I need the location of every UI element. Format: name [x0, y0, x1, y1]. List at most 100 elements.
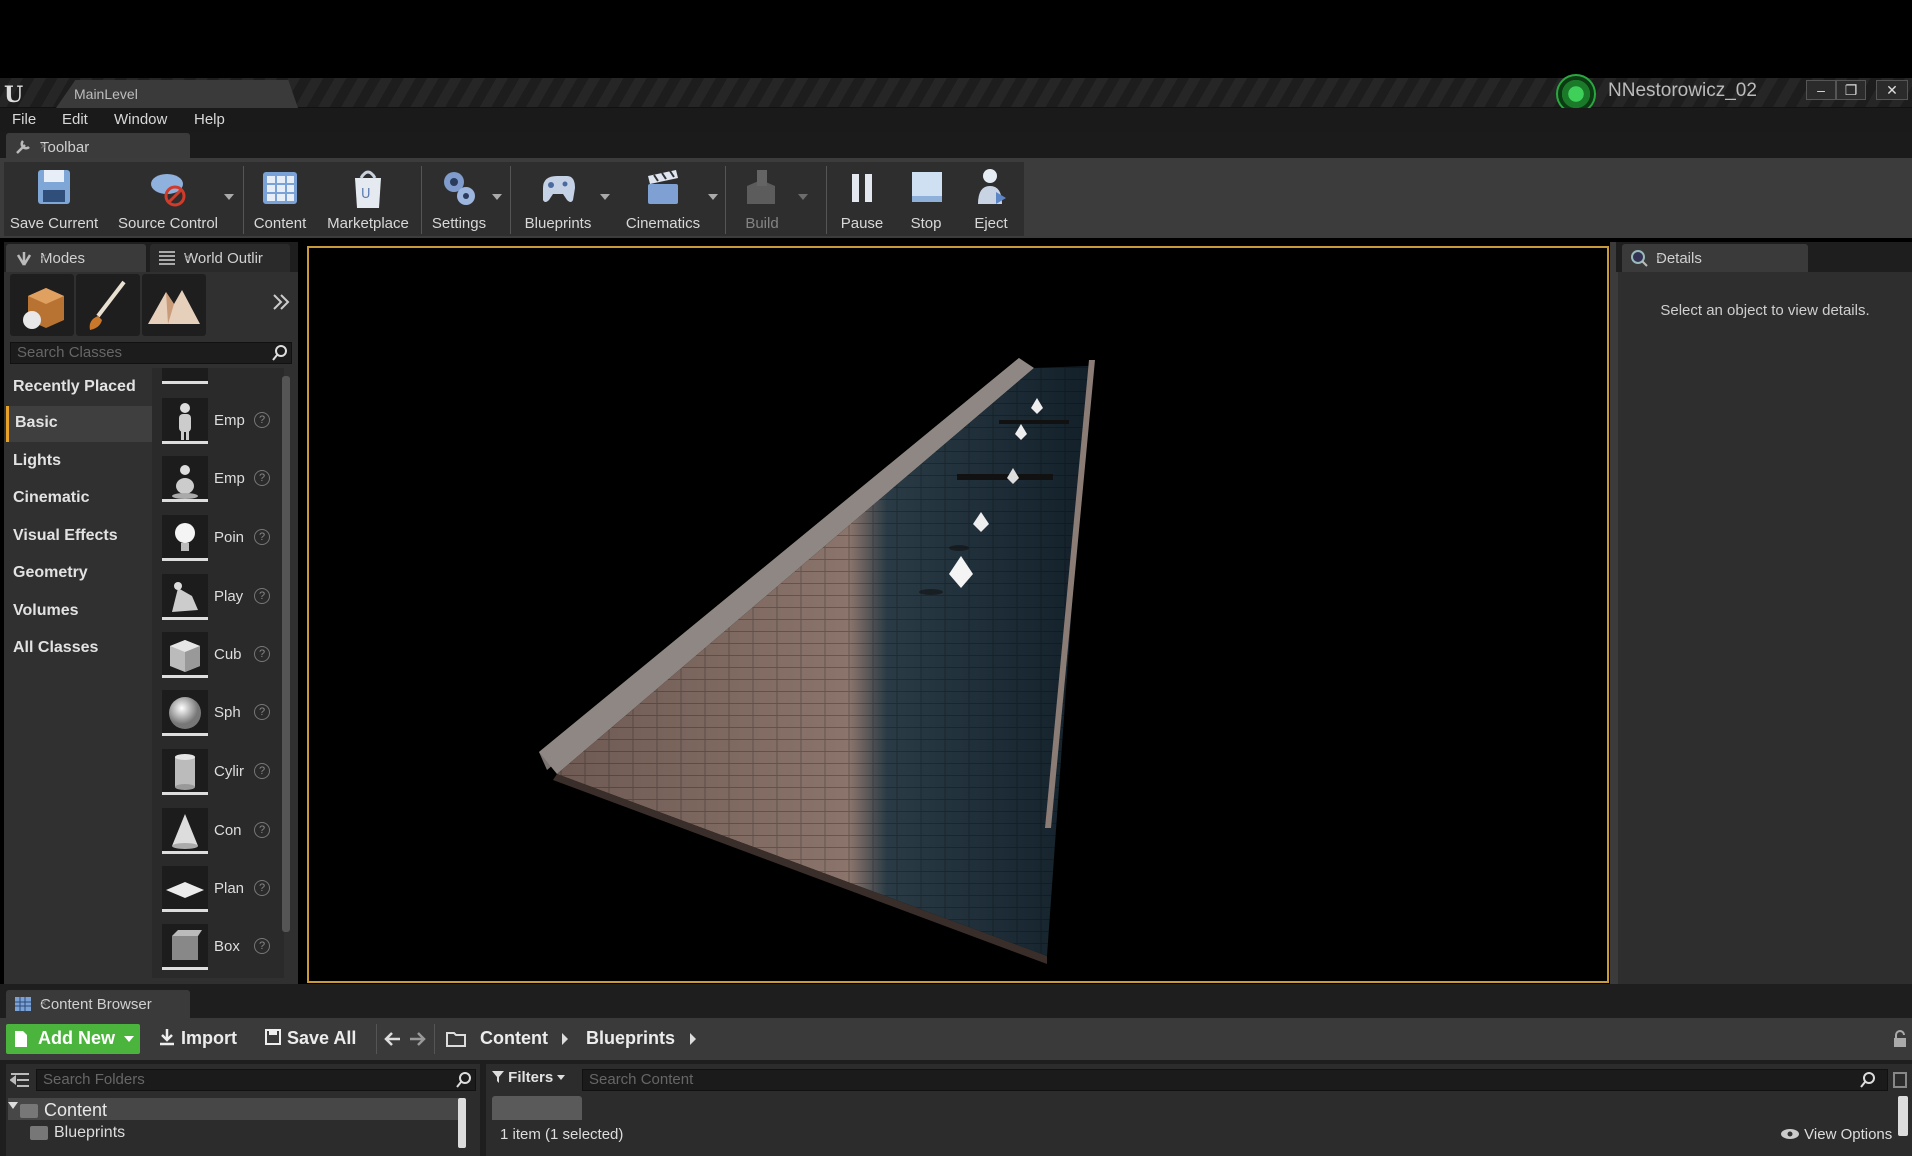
cinematics-button[interactable]: Cinematics — [618, 164, 718, 236]
toolbar-tab[interactable]: Toolbar × — [6, 133, 190, 159]
view-options-button[interactable]: View Options — [1780, 1126, 1892, 1143]
category-lights[interactable]: Lights — [6, 444, 152, 480]
list-item[interactable]: Box ? — [162, 924, 282, 974]
paint-mode-button[interactable] — [76, 274, 140, 336]
save-all-button[interactable]: Save All — [264, 1028, 356, 1052]
list-item[interactable]: Sph ? — [162, 690, 282, 740]
chevron-down-icon[interactable] — [492, 194, 502, 200]
source-control-icon — [151, 174, 186, 207]
help-icon[interactable]: ? — [254, 412, 270, 428]
content-scrollbar[interactable] — [1898, 1096, 1908, 1136]
help-icon[interactable]: ? — [254, 880, 270, 896]
level-viewport[interactable] — [307, 246, 1609, 983]
menu-file[interactable]: File — [12, 111, 36, 131]
toolbar-separator — [725, 166, 726, 234]
minimize-button[interactable]: – — [1806, 80, 1836, 100]
landscape-mode-button[interactable] — [142, 274, 206, 336]
list-scrollbar[interactable] — [282, 376, 290, 932]
search-content-input[interactable]: Search Content — [582, 1069, 1888, 1091]
import-button[interactable]: Import — [158, 1028, 237, 1052]
content-label: Content — [253, 215, 307, 232]
breadcrumb-blueprints[interactable]: Blueprints — [586, 1028, 675, 1052]
folders-scrollbar[interactable] — [458, 1098, 466, 1148]
tab-world-outliner[interactable]: World Outlir × — [150, 244, 290, 272]
list-item[interactable]: Poin ? — [162, 515, 282, 565]
menu-window[interactable]: Window — [114, 111, 167, 131]
close-icon[interactable]: × — [1656, 250, 1800, 264]
menu-help[interactable]: Help — [194, 111, 225, 131]
save-search-icon[interactable] — [1892, 1071, 1908, 1089]
tree-item-blueprints[interactable]: Blueprints — [30, 1124, 125, 1142]
list-item[interactable]: Cylir ? — [162, 749, 282, 799]
tree-item-blueprints-label: Blueprints — [54, 1124, 126, 1141]
chevron-down-icon[interactable] — [224, 194, 234, 200]
chevron-right-icon[interactable] — [688, 1032, 698, 1046]
category-cinematic[interactable]: Cinematic — [6, 481, 152, 517]
list-item[interactable]: Plan ? — [162, 866, 282, 916]
settings-button[interactable]: Settings — [426, 164, 502, 236]
help-icon[interactable]: ? — [254, 704, 270, 720]
add-new-button[interactable]: Add New — [6, 1024, 140, 1054]
build-button[interactable]: Build — [730, 164, 808, 236]
chevron-right-icon[interactable] — [560, 1032, 570, 1046]
tab-details[interactable]: Details × — [1622, 244, 1808, 272]
chevron-down-icon[interactable] — [708, 194, 718, 200]
asset-tile[interactable] — [492, 1096, 582, 1120]
category-visual-effects[interactable]: Visual Effects — [6, 519, 152, 555]
tab-modes[interactable]: Modes × — [6, 244, 146, 272]
tree-item-content[interactable]: Content — [8, 1098, 458, 1120]
help-icon[interactable]: ? — [254, 470, 270, 486]
marketplace-button[interactable]: U Marketplace — [320, 164, 416, 236]
plane-icon — [162, 866, 208, 912]
source-control-button[interactable]: Source Control — [112, 164, 234, 236]
expand-arrow-icon[interactable] — [8, 1102, 18, 1109]
expand-icon[interactable] — [272, 292, 290, 312]
list-item[interactable]: Cub ? — [162, 632, 282, 682]
restore-button[interactable]: ❐ — [1836, 80, 1866, 100]
list-item-partial[interactable] — [162, 368, 208, 384]
chevron-down-icon[interactable] — [600, 194, 610, 200]
menu-edit[interactable]: Edit — [62, 111, 88, 131]
breadcrumb-content[interactable]: Content — [480, 1028, 548, 1052]
category-basic[interactable]: Basic — [6, 406, 152, 442]
help-icon[interactable]: ? — [254, 822, 270, 838]
list-item[interactable]: Play ? — [162, 574, 282, 624]
close-icon[interactable]: × — [40, 139, 182, 153]
pause-button[interactable]: Pause — [832, 164, 892, 236]
back-arrow-icon[interactable] — [384, 1030, 402, 1048]
close-icon[interactable]: × — [184, 250, 282, 264]
help-icon[interactable]: ? — [254, 763, 270, 779]
list-item[interactable]: Con ? — [162, 808, 282, 858]
blueprints-button[interactable]: Blueprints — [516, 164, 610, 236]
sources-toggle-icon[interactable] — [10, 1071, 30, 1089]
forward-arrow-icon[interactable] — [408, 1030, 426, 1048]
close-icon[interactable]: × — [40, 996, 182, 1010]
lock-icon[interactable] — [1892, 1030, 1908, 1048]
category-volumes[interactable]: Volumes — [6, 594, 152, 630]
help-icon[interactable]: ? — [254, 588, 270, 604]
eject-button[interactable]: Eject — [962, 164, 1020, 236]
search-folders-input[interactable]: Search Folders — [36, 1069, 476, 1091]
help-icon[interactable]: ? — [254, 529, 270, 545]
category-geometry[interactable]: Geometry — [6, 556, 152, 592]
details-icon — [1631, 250, 1648, 267]
level-tab[interactable]: MainLevel — [56, 80, 298, 108]
list-item[interactable]: Emp ? — [162, 398, 282, 448]
close-icon[interactable]: × — [40, 250, 138, 264]
save-current-button[interactable]: Save Current — [6, 164, 102, 236]
filters-button[interactable]: Filters — [492, 1069, 576, 1091]
category-recently-placed[interactable]: Recently Placed — [6, 370, 152, 406]
chevron-down-icon[interactable] — [798, 194, 808, 200]
help-icon[interactable]: ? — [254, 646, 270, 662]
search-classes-input[interactable]: Search Classes — [10, 342, 292, 364]
list-item[interactable]: Emp ? — [162, 456, 282, 506]
list-item-name: Cub — [214, 646, 242, 663]
stop-button[interactable]: Stop — [898, 164, 954, 236]
content-button[interactable]: Content — [248, 164, 312, 236]
close-button[interactable]: ✕ — [1876, 80, 1908, 100]
tab-content-browser[interactable]: Content Browser × — [6, 990, 190, 1018]
category-all-classes[interactable]: All Classes — [6, 631, 152, 667]
place-mode-button[interactable] — [10, 274, 74, 336]
help-icon[interactable]: ? — [254, 938, 270, 954]
cylinder-icon — [162, 749, 208, 795]
